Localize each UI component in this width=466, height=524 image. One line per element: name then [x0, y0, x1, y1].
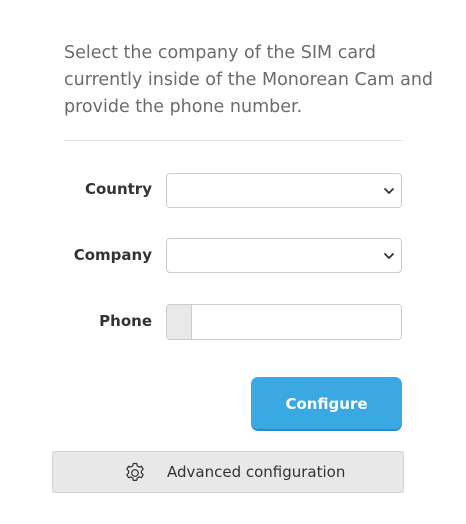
chevron-down-icon	[384, 188, 394, 194]
company-label: Company	[73, 246, 152, 264]
gear-icon	[126, 462, 144, 481]
configure-button[interactable]: Configure	[251, 377, 402, 431]
company-select[interactable]	[166, 238, 402, 273]
phone-prefix-addon	[167, 305, 192, 339]
chevron-down-icon	[384, 253, 394, 259]
divider	[64, 140, 403, 141]
country-select[interactable]	[166, 173, 402, 208]
advanced-configuration-label: Advanced configuration	[167, 463, 346, 481]
phone-input[interactable]	[192, 305, 401, 339]
country-label: Country	[84, 180, 152, 198]
phone-input-group	[166, 304, 402, 340]
phone-label: Phone	[99, 312, 152, 330]
advanced-configuration-button[interactable]: Advanced configuration	[52, 451, 404, 493]
intro-text: Select the company of the SIM card curre…	[64, 43, 434, 117]
